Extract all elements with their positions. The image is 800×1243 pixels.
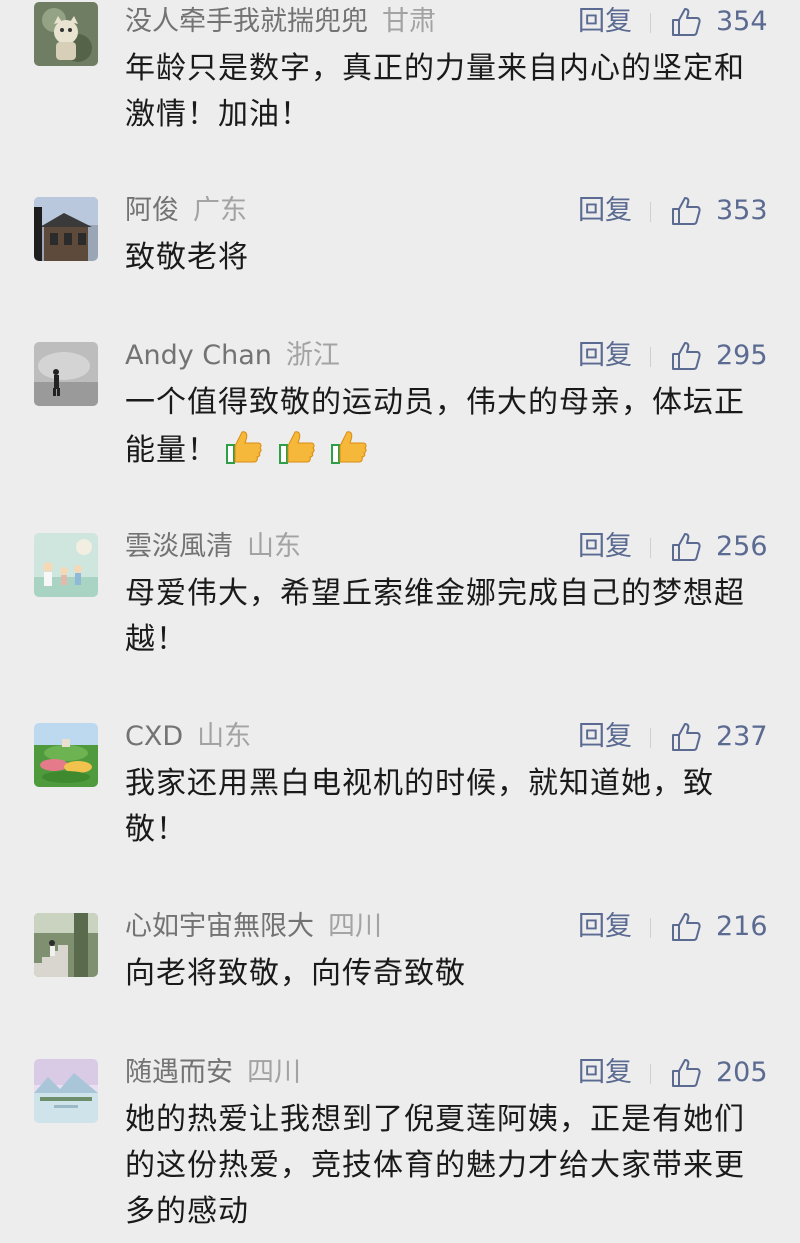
thumbs-up-emoji-icon <box>226 431 262 464</box>
divider <box>650 1064 651 1084</box>
thumbs-up-emoji-icon <box>331 431 367 464</box>
reply-button[interactable]: 回复 <box>578 338 632 374</box>
reply-button[interactable]: 回复 <box>578 719 632 755</box>
like-count: 256 <box>716 531 768 562</box>
region: 四川 <box>247 1057 301 1088</box>
thumbs-up-icon <box>672 913 701 941</box>
comment-text: 她的热爱让我想到了倪夏莲阿姨，正是有她们的这份热爱，竞技体育的魅力才给大家带来更… <box>125 1102 745 1229</box>
thumbs-up-icon <box>672 723 701 751</box>
comment-text: 我家还用黑白电视机的时候，就知道她，致敬！ <box>125 766 714 847</box>
region: 山东 <box>197 721 252 752</box>
divider <box>650 538 651 558</box>
comment-meta: Andy Chan 浙江 <box>125 338 340 374</box>
reply-button[interactable]: 回复 <box>578 193 632 229</box>
nickname[interactable]: 雲淡風清 <box>125 531 233 562</box>
comment-meta: 心如宇宙無限大 四川 <box>125 909 382 945</box>
nickname[interactable]: CXD <box>125 721 183 752</box>
divider <box>650 918 651 938</box>
comment-meta: 阿俊 广东 <box>125 193 247 229</box>
avatar[interactable] <box>34 723 98 787</box>
like-count: 205 <box>716 1057 768 1088</box>
nickname[interactable]: 随遇而安 <box>125 1057 233 1088</box>
nickname[interactable]: 阿俊 <box>125 195 179 226</box>
reply-button[interactable]: 回复 <box>578 1055 632 1091</box>
comment-text: 致敬老将 <box>125 240 249 275</box>
avatar[interactable] <box>34 533 98 597</box>
divider <box>650 13 651 33</box>
comment-meta: 没人牵手我就揣兜兜 甘肃 <box>125 4 436 40</box>
region: 甘肃 <box>382 6 436 37</box>
divider <box>650 728 651 748</box>
nickname[interactable]: 心如宇宙無限大 <box>125 911 314 942</box>
divider <box>650 347 651 367</box>
nickname[interactable]: Andy Chan <box>125 340 272 371</box>
avatar[interactable] <box>34 342 98 406</box>
thumbs-up-emoji-icon <box>278 431 315 464</box>
thumbs-up-icon <box>672 197 701 225</box>
region: 广东 <box>193 195 247 226</box>
nickname[interactable]: 没人牵手我就揣兜兜 <box>125 6 368 37</box>
region: 山东 <box>247 531 301 562</box>
like-count: 237 <box>716 721 768 752</box>
like-count: 216 <box>716 911 768 942</box>
region: 四川 <box>328 911 382 942</box>
comment-text: 一个值得致敬的运动员，伟大的母亲，体坛正能量！ <box>125 380 765 480</box>
comment-text: 母爱伟大，希望丘索维金娜完成自己的梦想超越！ <box>125 576 745 657</box>
like-count: 354 <box>716 6 768 37</box>
avatar[interactable] <box>34 2 98 66</box>
thumbs-up-icon <box>672 342 701 370</box>
avatar[interactable] <box>34 197 98 261</box>
like-count: 295 <box>716 340 768 371</box>
thumbs-up-icon <box>672 1059 701 1087</box>
reply-button[interactable]: 回复 <box>578 4 632 40</box>
comment-text: 向老将致敬，向传奇致敬 <box>125 956 466 991</box>
like-count: 353 <box>716 195 768 226</box>
comment-meta: CXD 山东 <box>125 719 251 755</box>
avatar[interactable] <box>34 913 98 977</box>
avatar[interactable] <box>34 1059 98 1123</box>
thumbs-up-icon <box>672 533 701 561</box>
comment-text-body: 一个值得致敬的运动员，伟大的母亲，体坛正能量！ <box>125 385 745 468</box>
divider <box>650 202 651 222</box>
reply-button[interactable]: 回复 <box>578 909 632 945</box>
comment-meta: 随遇而安 四川 <box>125 1055 301 1091</box>
reply-button[interactable]: 回复 <box>578 529 632 565</box>
comment-text: 年龄只是数字，真正的力量来自内心的坚定和激情！加油！ <box>125 51 745 132</box>
emoji-group <box>224 426 371 480</box>
region: 浙江 <box>285 340 340 371</box>
comment-meta: 雲淡風清 山东 <box>125 529 301 565</box>
thumbs-up-icon <box>672 8 701 36</box>
